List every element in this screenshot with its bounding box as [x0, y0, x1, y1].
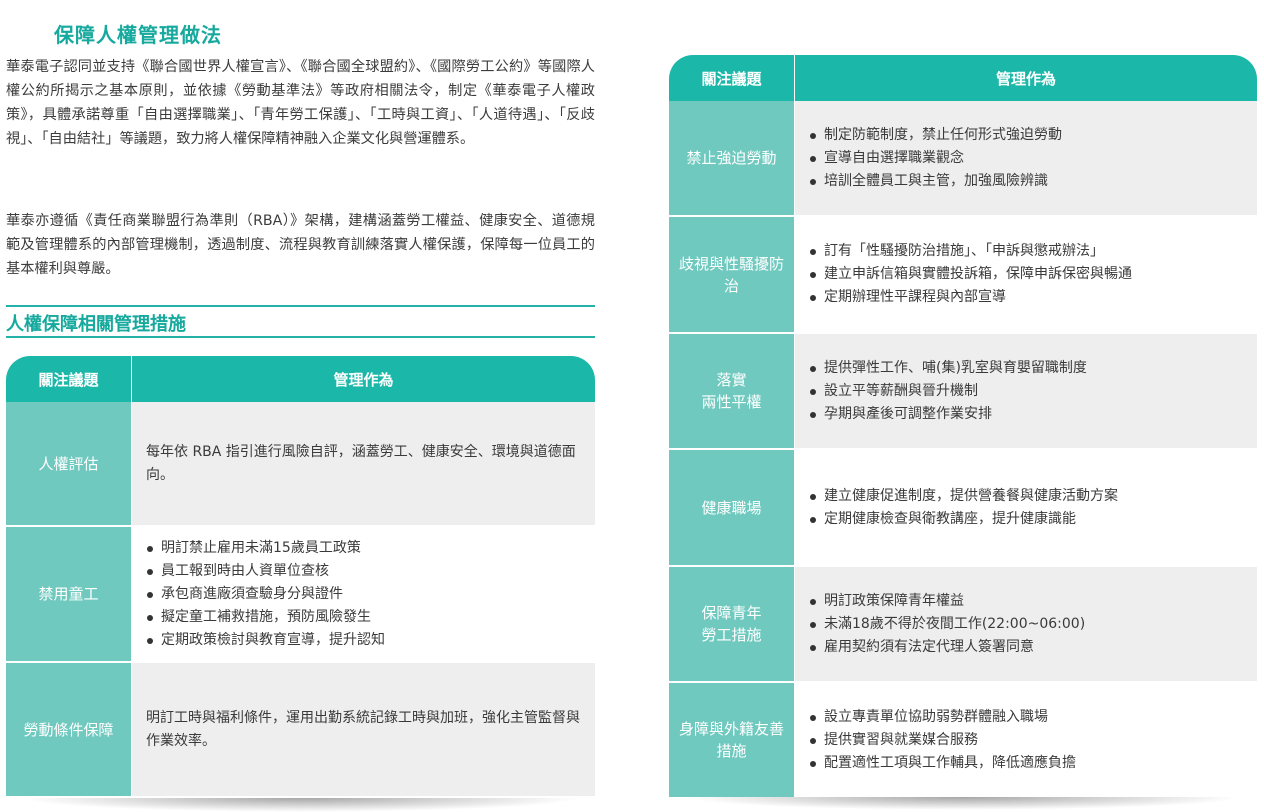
- topic-cell: 禁用童工: [6, 527, 132, 663]
- list-item: 員工報到時由人資單位查核: [146, 560, 585, 583]
- list-item: 明訂禁止雇用未滿15歲員工政策: [146, 537, 585, 560]
- topic-cell: 落實 兩性平權: [669, 334, 795, 450]
- list-item: 雇用契約須有法定代理人簽署同意: [809, 636, 1247, 659]
- bullet-list: 提供彈性工作、哺(集)乳室與育嬰留職制度 設立平等薪酬與晉升機制 孕期與產後可調…: [809, 357, 1247, 426]
- list-item: 定期辦理性平課程與內部宣導: [809, 286, 1247, 309]
- list-item: 設立平等薪酬與晉升機制: [809, 380, 1247, 403]
- section-heading: 保障人權管理做法: [54, 23, 222, 47]
- measures-table-right: 關注議題 管理作為 禁止強迫勞動 制定防範制度，禁止任何形式強迫勞動 宣導自由選…: [669, 55, 1257, 799]
- topic-cell: 禁止強迫勞動: [669, 101, 795, 217]
- action-cell: 明訂工時與福利條件，運用出勤系統記錄工時與加班，強化主管監督與作業效率。: [132, 663, 595, 798]
- list-item: 未滿18歲不得於夜間工作(22:00~06:00): [809, 613, 1247, 636]
- list-item: 定期政策檢討與教育宣導，提升認知: [146, 629, 585, 652]
- bullet-list: 明訂禁止雇用未滿15歲員工政策 員工報到時由人資單位查核 承包商進廠須查驗身分與…: [146, 537, 585, 652]
- action-cell: 建立健康促進制度，提供營養餐與健康活動方案 定期健康檢查與衛教講座，提升健康識能: [795, 450, 1257, 567]
- action-cell: 每年依 RBA 指引進行風險自評，涵蓋勞工、健康安全、環境與道德面向。: [132, 402, 595, 527]
- table-row: 保障青年 勞工措施 明訂政策保障青年權益 未滿18歲不得於夜間工作(22:00~…: [669, 567, 1257, 683]
- list-item: 定期健康檢查與衛教講座，提升健康識能: [809, 508, 1247, 531]
- action-cell: 提供彈性工作、哺(集)乳室與育嬰留職制度 設立平等薪酬與晉升機制 孕期與產後可調…: [795, 334, 1257, 450]
- table-shadow: [683, 797, 1243, 810]
- header-action: 管理作為: [132, 356, 595, 402]
- topic-cell: 人權評估: [6, 402, 132, 527]
- list-item: 訂有「性騷擾防治措施」、「申訴與懲戒辦法」: [809, 240, 1247, 263]
- action-cell: 訂有「性騷擾防治措施」、「申訴與懲戒辦法」 建立申訴信箱與實體投訴箱，保障申訴保…: [795, 217, 1257, 334]
- intro-paragraph-1: 華泰電子認同並支持《聯合國世界人權宣言》、《聯合國全球盟約》、《國際勞工公約》等…: [6, 59, 595, 147]
- list-item: 配置適性工項與工作輔具，降低適應負擔: [809, 752, 1247, 775]
- table-row: 禁用童工 明訂禁止雇用未滿15歲員工政策 員工報到時由人資單位查核 承包商進廠須…: [6, 527, 595, 663]
- list-item: 制定防範制度，禁止任何形式強迫勞動: [809, 124, 1247, 147]
- list-item: 宣導自由選擇職業觀念: [809, 147, 1247, 170]
- table-row: 歧視與性騷擾防治 訂有「性騷擾防治措施」、「申訴與懲戒辦法」 建立申訴信箱與實體…: [669, 217, 1257, 334]
- list-item: 明訂政策保障青年權益: [809, 590, 1247, 613]
- table-row: 健康職場 建立健康促進制度，提供營養餐與健康活動方案 定期健康檢查與衛教講座，提…: [669, 450, 1257, 567]
- list-item: 建立申訴信箱與實體投訴箱，保障申訴保密與暢通: [809, 263, 1247, 286]
- action-cell: 明訂政策保障青年權益 未滿18歲不得於夜間工作(22:00~06:00) 雇用契…: [795, 567, 1257, 683]
- list-item: 承包商進廠須查驗身分與證件: [146, 583, 585, 606]
- topic-cell: 歧視與性騷擾防治: [669, 217, 795, 334]
- bullet-list: 建立健康促進制度，提供營養餐與健康活動方案 定期健康檢查與衛教講座，提升健康識能: [809, 485, 1247, 531]
- list-item: 培訓全體員工與主管，加強風險辨識: [809, 170, 1247, 193]
- subsection-heading: 人權保障相關管理措施: [6, 305, 595, 338]
- table-row: 禁止強迫勞動 制定防範制度，禁止任何形式強迫勞動 宣導自由選擇職業觀念 培訓全體…: [669, 101, 1257, 217]
- table-row: 落實 兩性平權 提供彈性工作、哺(集)乳室與育嬰留職制度 設立平等薪酬與晉升機制…: [669, 334, 1257, 450]
- topic-cell: 勞動條件保障: [6, 663, 132, 798]
- list-item: 提供彈性工作、哺(集)乳室與育嬰留職制度: [809, 357, 1247, 380]
- list-item: 建立健康促進制度，提供營養餐與健康活動方案: [809, 485, 1247, 508]
- list-item: 提供實習與就業媒合服務: [809, 729, 1247, 752]
- table-row: 人權評估 每年依 RBA 指引進行風險自評，涵蓋勞工、健康安全、環境與道德面向。: [6, 402, 595, 527]
- action-cell: 設立專責單位協助弱勢群體融入職場 提供實習與就業媒合服務 配置適性工項與工作輔具…: [795, 683, 1257, 799]
- header-topic: 關注議題: [6, 356, 132, 402]
- list-item: 擬定童工補救措施，預防風險發生: [146, 606, 585, 629]
- list-item: 設立專責單位協助弱勢群體融入職場: [809, 706, 1247, 729]
- intro-paragraph-2: 華泰亦遵循《責任商業聯盟行為準則（RBA）》架構，建構涵蓋勞工權益、健康安全、道…: [6, 213, 595, 277]
- bullet-list: 制定防範制度，禁止任何形式強迫勞動 宣導自由選擇職業觀念 培訓全體員工與主管，加…: [809, 124, 1247, 193]
- action-cell: 制定防範制度，禁止任何形式強迫勞動 宣導自由選擇職業觀念 培訓全體員工與主管，加…: [795, 101, 1257, 217]
- topic-cell: 身障與外籍友善 措施: [669, 683, 795, 799]
- measures-table-left: 關注議題 管理作為 人權評估 每年依 RBA 指引進行風險自評，涵蓋勞工、健康安…: [6, 356, 595, 798]
- bullet-list: 明訂政策保障青年權益 未滿18歲不得於夜間工作(22:00~06:00) 雇用契…: [809, 590, 1247, 659]
- topic-cell: 健康職場: [669, 450, 795, 567]
- table-row: 勞動條件保障 明訂工時與福利條件，運用出勤系統記錄工時與加班，強化主管監督與作業…: [6, 663, 595, 798]
- topic-cell: 保障青年 勞工措施: [669, 567, 795, 683]
- bullet-list: 訂有「性騷擾防治措施」、「申訴與懲戒辦法」 建立申訴信箱與實體投訴箱，保障申訴保…: [809, 240, 1247, 309]
- table-row: 身障與外籍友善 措施 設立專責單位協助弱勢群體融入職場 提供實習與就業媒合服務 …: [669, 683, 1257, 799]
- list-item: 孕期與產後可調整作業安排: [809, 403, 1247, 426]
- action-cell: 明訂禁止雇用未滿15歲員工政策 員工報到時由人資單位查核 承包商進廠須查驗身分與…: [132, 527, 595, 663]
- header-topic: 關注議題: [669, 55, 795, 101]
- bullet-list: 設立專責單位協助弱勢群體融入職場 提供實習與就業媒合服務 配置適性工項與工作輔具…: [809, 706, 1247, 775]
- header-action: 管理作為: [795, 55, 1257, 101]
